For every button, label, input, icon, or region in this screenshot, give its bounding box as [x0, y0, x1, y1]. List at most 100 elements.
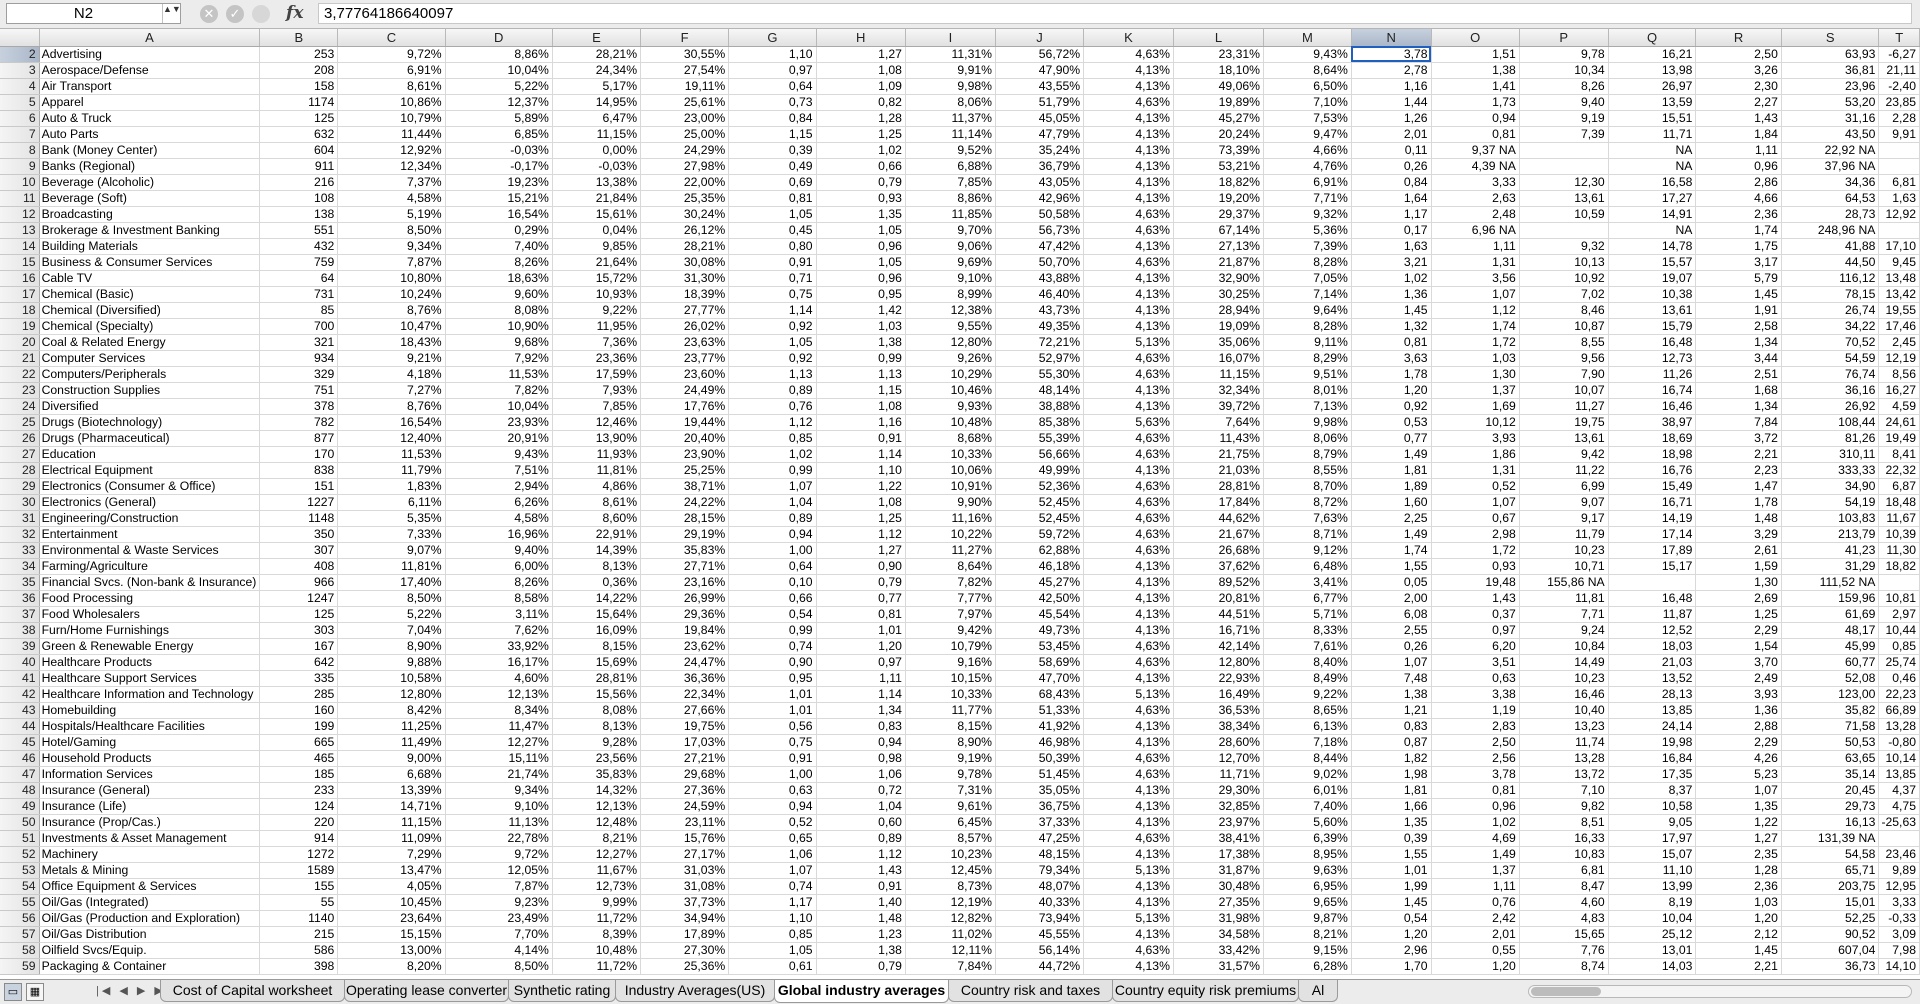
cell[interactable]: 8,40% [1263, 654, 1352, 671]
column-header[interactable]: R [1695, 29, 1782, 47]
cell[interactable]: 16,46 [1519, 686, 1609, 703]
cell[interactable]: 7,02 [1519, 286, 1609, 303]
cell[interactable]: 1,11 [1431, 238, 1520, 255]
cell[interactable]: 1,98 [1351, 766, 1432, 783]
cell[interactable]: 0,65 [728, 830, 817, 847]
row-header[interactable]: 11 [0, 190, 40, 207]
cell[interactable]: 10,33% [905, 686, 996, 703]
cell[interactable]: -0,17% [445, 158, 553, 175]
cell[interactable]: 0,99 [816, 350, 906, 367]
cell[interactable]: 1,32 [1351, 318, 1432, 335]
cell[interactable]: 6,11% [337, 494, 446, 511]
cell[interactable]: 2,12 [1695, 926, 1782, 943]
cell[interactable]: 58,69% [995, 654, 1085, 671]
cell[interactable]: 11,53% [337, 446, 446, 463]
cell[interactable]: 1,02 [1431, 814, 1520, 831]
cell[interactable]: 0,04% [552, 222, 642, 239]
cell[interactable]: 7,13% [1263, 398, 1352, 415]
cell[interactable]: 9,61% [905, 798, 996, 815]
cell[interactable]: 9,17 [1519, 510, 1609, 527]
cell[interactable]: 4,05% [337, 878, 446, 895]
cell[interactable]: 1,35 [1695, 798, 1782, 815]
cell[interactable]: 4,63% [1083, 254, 1174, 271]
cell[interactable]: 0,64 [728, 558, 817, 575]
cell[interactable]: 2,56 [1431, 750, 1520, 767]
cell[interactable]: 0,66 [816, 158, 906, 175]
cell[interactable]: 9,34% [445, 782, 553, 799]
cell[interactable]: 1,12 [816, 526, 906, 543]
cell[interactable]: 28,60% [1173, 734, 1264, 751]
cell[interactable]: 333,33 [1781, 462, 1880, 479]
cell[interactable]: 16,74 [1608, 382, 1697, 399]
cell[interactable]: 7,76 [1519, 942, 1609, 959]
cell[interactable]: 33,42% [1173, 942, 1264, 959]
cell[interactable]: 26,97 [1608, 78, 1697, 95]
cell[interactable]: 253 [259, 46, 339, 63]
cell[interactable]: 35,14 [1781, 766, 1880, 783]
cell[interactable] [1878, 158, 1920, 175]
cell[interactable]: 2,98 [1431, 526, 1520, 543]
cell[interactable]: 4,13% [1083, 894, 1174, 911]
cell[interactable]: 6,99 [1519, 478, 1609, 495]
cell[interactable]: 16,48 [1608, 590, 1697, 607]
cell[interactable]: 11,71% [1173, 766, 1264, 783]
cell[interactable]: 1,20 [1351, 926, 1432, 943]
cell[interactable]: 8,13% [552, 558, 642, 575]
cell[interactable]: 551 [259, 222, 339, 239]
cell[interactable]: 1,16 [1351, 78, 1432, 95]
cell[interactable]: 12,45% [905, 862, 996, 879]
cell[interactable]: 3,29 [1695, 526, 1782, 543]
cell[interactable]: 1,34 [816, 702, 906, 719]
cell[interactable]: Insurance (Prop/Cas.) [39, 814, 261, 831]
cell[interactable]: 28,13 [1608, 686, 1697, 703]
column-header[interactable]: K [1083, 29, 1174, 47]
cell[interactable]: 0,92 [1351, 398, 1432, 415]
column-header[interactable]: O [1431, 29, 1520, 47]
cell[interactable]: 56,72% [995, 46, 1085, 63]
cell[interactable]: 7,39% [1263, 238, 1352, 255]
cell[interactable]: 0,72 [816, 782, 906, 799]
cell[interactable]: 47,79% [995, 126, 1085, 143]
cell[interactable]: 2,94% [445, 478, 553, 495]
cell[interactable]: 7,92% [445, 350, 553, 367]
cell[interactable]: 1,30 [1695, 574, 1782, 591]
cell[interactable]: Coal & Related Energy [39, 334, 261, 351]
cell[interactable]: 9,06% [905, 238, 996, 255]
cell[interactable]: 7,84 [1695, 414, 1782, 431]
cell[interactable]: 8,26% [445, 574, 553, 591]
cell[interactable]: 19,89% [1173, 94, 1264, 111]
cell[interactable]: 8,70% [1263, 478, 1352, 495]
cell[interactable]: 13,01 [1608, 942, 1697, 959]
cell[interactable]: 8,72% [1263, 494, 1352, 511]
cell[interactable]: 52,45% [995, 494, 1085, 511]
cell[interactable]: 5,22% [337, 606, 446, 623]
cell[interactable]: 0,73 [728, 94, 817, 111]
cell[interactable]: 9,78% [905, 766, 996, 783]
cell[interactable]: 1,20 [1351, 382, 1432, 399]
cell[interactable]: Oil/Gas (Production and Exploration) [39, 910, 261, 927]
cell[interactable]: 10,58 [1608, 798, 1697, 815]
cell[interactable]: 44,62% [1173, 510, 1264, 527]
cell[interactable]: 1148 [259, 510, 339, 527]
cell[interactable]: 1,05 [816, 222, 906, 239]
cell[interactable]: 1,01 [728, 702, 817, 719]
cell[interactable]: 0,85 [1878, 638, 1920, 655]
cell[interactable]: 1,22 [1695, 814, 1782, 831]
cell[interactable]: 4,13% [1083, 718, 1174, 735]
cell[interactable]: 1,10 [816, 462, 906, 479]
cell[interactable]: 7,04% [337, 622, 446, 639]
cell[interactable]: 12,38% [905, 302, 996, 319]
cell[interactable]: 21,87% [1173, 254, 1264, 271]
cell[interactable]: 2,25 [1351, 510, 1432, 527]
cell[interactable]: 3,78 [1431, 766, 1520, 783]
cell[interactable]: 5,22% [445, 78, 553, 95]
cell[interactable]: 10,84 [1519, 638, 1609, 655]
row-header[interactable]: 50 [0, 814, 40, 831]
cell[interactable]: 1,48 [1695, 510, 1782, 527]
cell[interactable]: 19,11% [640, 78, 730, 95]
cell[interactable]: 0,89 [816, 830, 906, 847]
cell[interactable]: 4,13% [1083, 126, 1174, 143]
cell[interactable]: 9,87% [1263, 910, 1352, 927]
cell[interactable]: 0,89 [728, 382, 817, 399]
cell[interactable]: 329 [259, 366, 339, 383]
